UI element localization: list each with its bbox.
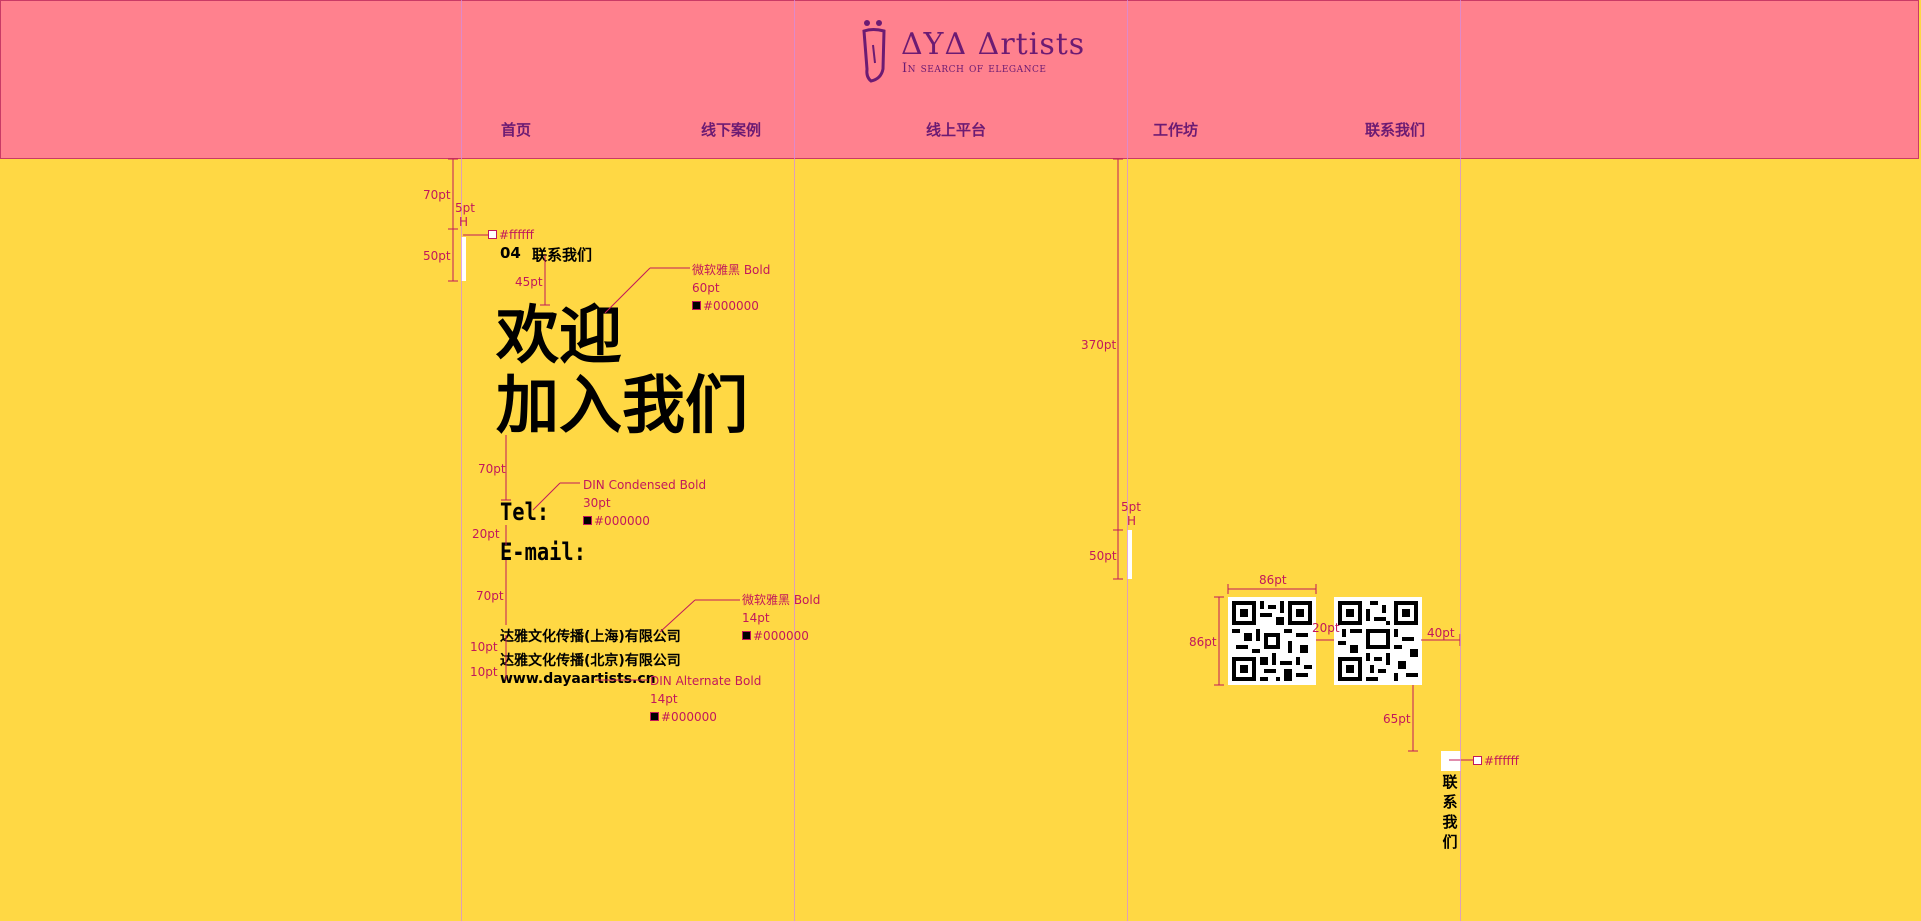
company-shanghai: 达雅文化传播(上海)有限公司 bbox=[500, 629, 681, 645]
annotation-h-b: H bbox=[1127, 514, 1137, 528]
company-beijing: 达雅文化传播(北京)有限公司 bbox=[500, 653, 681, 669]
annotation-company-color: #000000 bbox=[742, 629, 809, 643]
column-guide bbox=[1460, 0, 1461, 921]
annotation-contact-color: #000000 bbox=[583, 514, 650, 528]
annotation-company-size: 14pt bbox=[742, 611, 770, 625]
side-contact-label[interactable]: 联系我们 bbox=[1442, 772, 1458, 852]
white-swatch-icon bbox=[1473, 756, 1482, 765]
annotation-50pt-a: 50pt bbox=[423, 249, 451, 263]
nav-item-online-platform[interactable]: 线上平台 bbox=[926, 119, 986, 140]
annotation-headline-size: 60pt bbox=[692, 281, 720, 295]
annotation-5pt-b: 5pt bbox=[1121, 500, 1141, 514]
annotation-contact-font: DIN Condensed Bold bbox=[583, 478, 707, 492]
dya-figure-icon bbox=[862, 20, 886, 83]
annotation-white-swatch-1: #ffffff bbox=[488, 228, 534, 242]
headline-line-2: 加入我们 bbox=[496, 369, 748, 442]
qr-code-2 bbox=[1334, 597, 1422, 685]
qr-code-icon bbox=[1232, 601, 1312, 681]
brand-tagline: In search of elegance bbox=[902, 61, 1047, 76]
nav-item-offline-cases[interactable]: 线下案例 bbox=[701, 119, 761, 140]
annotation-10pt-a: 10pt bbox=[470, 640, 498, 654]
qr-code-icon bbox=[1338, 601, 1418, 681]
annotation-contact-color-text: #000000 bbox=[594, 514, 650, 528]
annotation-company-font: 微软雅黑 Bold bbox=[742, 593, 821, 607]
annotation-company-color-text: #000000 bbox=[753, 629, 809, 643]
contact-page: ΔYΔ Δrtists In search of elegance 首页 线下案… bbox=[0, 0, 1921, 921]
annotation-20pt-b: 20pt bbox=[1312, 621, 1340, 635]
annotation-70pt-b: 70pt bbox=[478, 462, 506, 476]
annotation-45pt: 45pt bbox=[515, 275, 543, 289]
annotation-86pt-height: 86pt bbox=[1189, 635, 1217, 649]
annotation-86pt-width: 86pt bbox=[1259, 573, 1287, 587]
annotation-50pt-b: 50pt bbox=[1089, 549, 1117, 563]
annotation-white-2-text: #ffffff bbox=[1484, 754, 1519, 768]
annotation-20pt-a: 20pt bbox=[472, 527, 500, 541]
tel-label: Tel: bbox=[500, 498, 550, 526]
annotation-10pt-b: 10pt bbox=[470, 665, 498, 679]
column-guide bbox=[1127, 0, 1128, 921]
column-guide bbox=[794, 0, 795, 921]
annotation-40pt: 40pt bbox=[1427, 626, 1455, 640]
website-link[interactable]: www.dayaartists.cn bbox=[500, 671, 656, 687]
brand-name: ΔYΔ Δrtists bbox=[901, 27, 1086, 62]
annotation-headline-color-text: #000000 bbox=[703, 299, 759, 313]
annotation-headline-font: 微软雅黑 Bold bbox=[692, 263, 771, 277]
annotation-70pt-top: 70pt bbox=[423, 188, 451, 202]
annotation-headline-color: #000000 bbox=[692, 299, 759, 313]
section-number: 04 bbox=[500, 244, 521, 262]
white-swatch-icon bbox=[488, 230, 497, 239]
section-title: 联系我们 bbox=[532, 246, 593, 264]
annotation-65pt: 65pt bbox=[1383, 712, 1411, 726]
nav-item-workshop[interactable]: 工作坊 bbox=[1153, 119, 1198, 140]
annotation-white-swatch-2: #ffffff bbox=[1473, 754, 1519, 768]
annotation-white-1-text: #ffffff bbox=[499, 228, 534, 242]
header: ΔYΔ Δrtists In search of elegance 首页 线下案… bbox=[0, 0, 1919, 159]
annotation-h-a: H bbox=[459, 215, 469, 229]
annotation-70pt-c: 70pt bbox=[476, 589, 504, 603]
annotation-website-font: DIN Alternate Bold bbox=[650, 674, 762, 688]
black-swatch-icon bbox=[692, 301, 701, 310]
brand-logo[interactable]: ΔYΔ Δrtists In search of elegance bbox=[859, 19, 1084, 83]
annotation-5pt-a: 5pt bbox=[455, 201, 475, 215]
annotation-370pt: 370pt bbox=[1081, 338, 1117, 352]
qr-code-1 bbox=[1228, 597, 1316, 685]
black-swatch-icon bbox=[650, 712, 659, 721]
email-label: E-mail: bbox=[500, 538, 586, 566]
black-swatch-icon bbox=[742, 631, 751, 640]
column-guide bbox=[461, 0, 462, 921]
headline-line-1: 欢迎 bbox=[496, 299, 622, 372]
nav-item-home[interactable]: 首页 bbox=[501, 119, 531, 140]
annotation-website-size: 14pt bbox=[650, 692, 678, 706]
annotation-website-color-text: #000000 bbox=[661, 710, 717, 724]
annotation-website-color: #000000 bbox=[650, 710, 717, 724]
annotation-contact-size: 30pt bbox=[583, 496, 611, 510]
nav-item-contact[interactable]: 联系我们 bbox=[1365, 119, 1425, 140]
side-contact-marker[interactable] bbox=[1441, 751, 1461, 771]
black-swatch-icon bbox=[583, 516, 592, 525]
